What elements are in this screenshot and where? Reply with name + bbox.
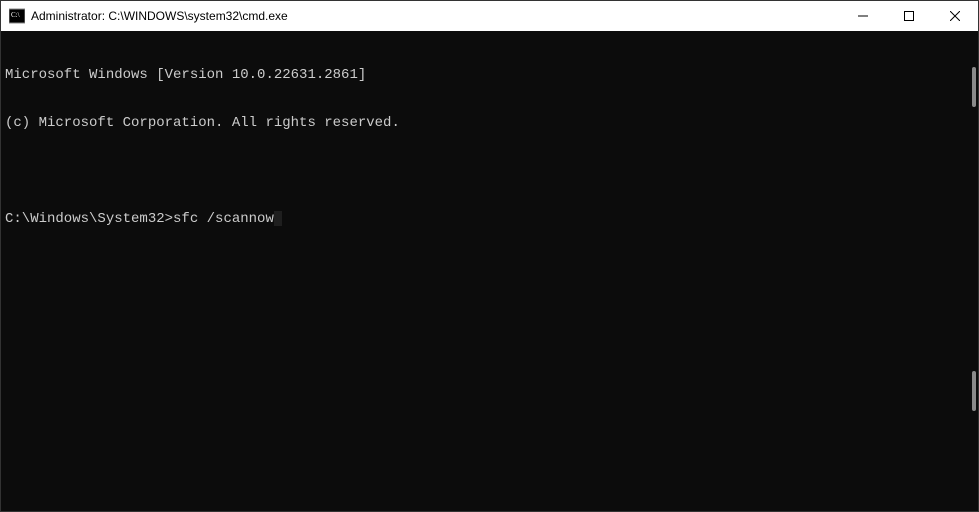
terminal-prompt-line: C:\Windows\System32>sfc /scannow — [5, 211, 978, 227]
terminal-blank-line — [5, 163, 978, 179]
titlebar[interactable]: C:\ Administrator: C:\WINDOWS\system32\c… — [1, 1, 978, 31]
terminal-scrollbar[interactable] — [970, 31, 976, 511]
scrollbar-thumb[interactable] — [972, 371, 976, 411]
cmd-window: C:\ Administrator: C:\WINDOWS\system32\c… — [0, 0, 979, 512]
maximize-button[interactable] — [886, 1, 932, 31]
terminal-cursor — [274, 211, 282, 226]
terminal-area[interactable]: Microsoft Windows [Version 10.0.22631.28… — [1, 31, 978, 511]
window-title: Administrator: C:\WINDOWS\system32\cmd.e… — [31, 9, 840, 23]
close-button[interactable] — [932, 1, 978, 31]
terminal-output-line: (c) Microsoft Corporation. All rights re… — [5, 115, 978, 131]
terminal-output-line: Microsoft Windows [Version 10.0.22631.28… — [5, 67, 978, 83]
terminal-command-input[interactable]: sfc /scannow — [173, 211, 274, 227]
scrollbar-thumb[interactable] — [972, 67, 976, 107]
cmd-icon: C:\ — [9, 8, 25, 24]
window-controls — [840, 1, 978, 31]
terminal-prompt: C:\Windows\System32> — [5, 211, 173, 227]
minimize-button[interactable] — [840, 1, 886, 31]
svg-text:C:\: C:\ — [11, 11, 20, 19]
